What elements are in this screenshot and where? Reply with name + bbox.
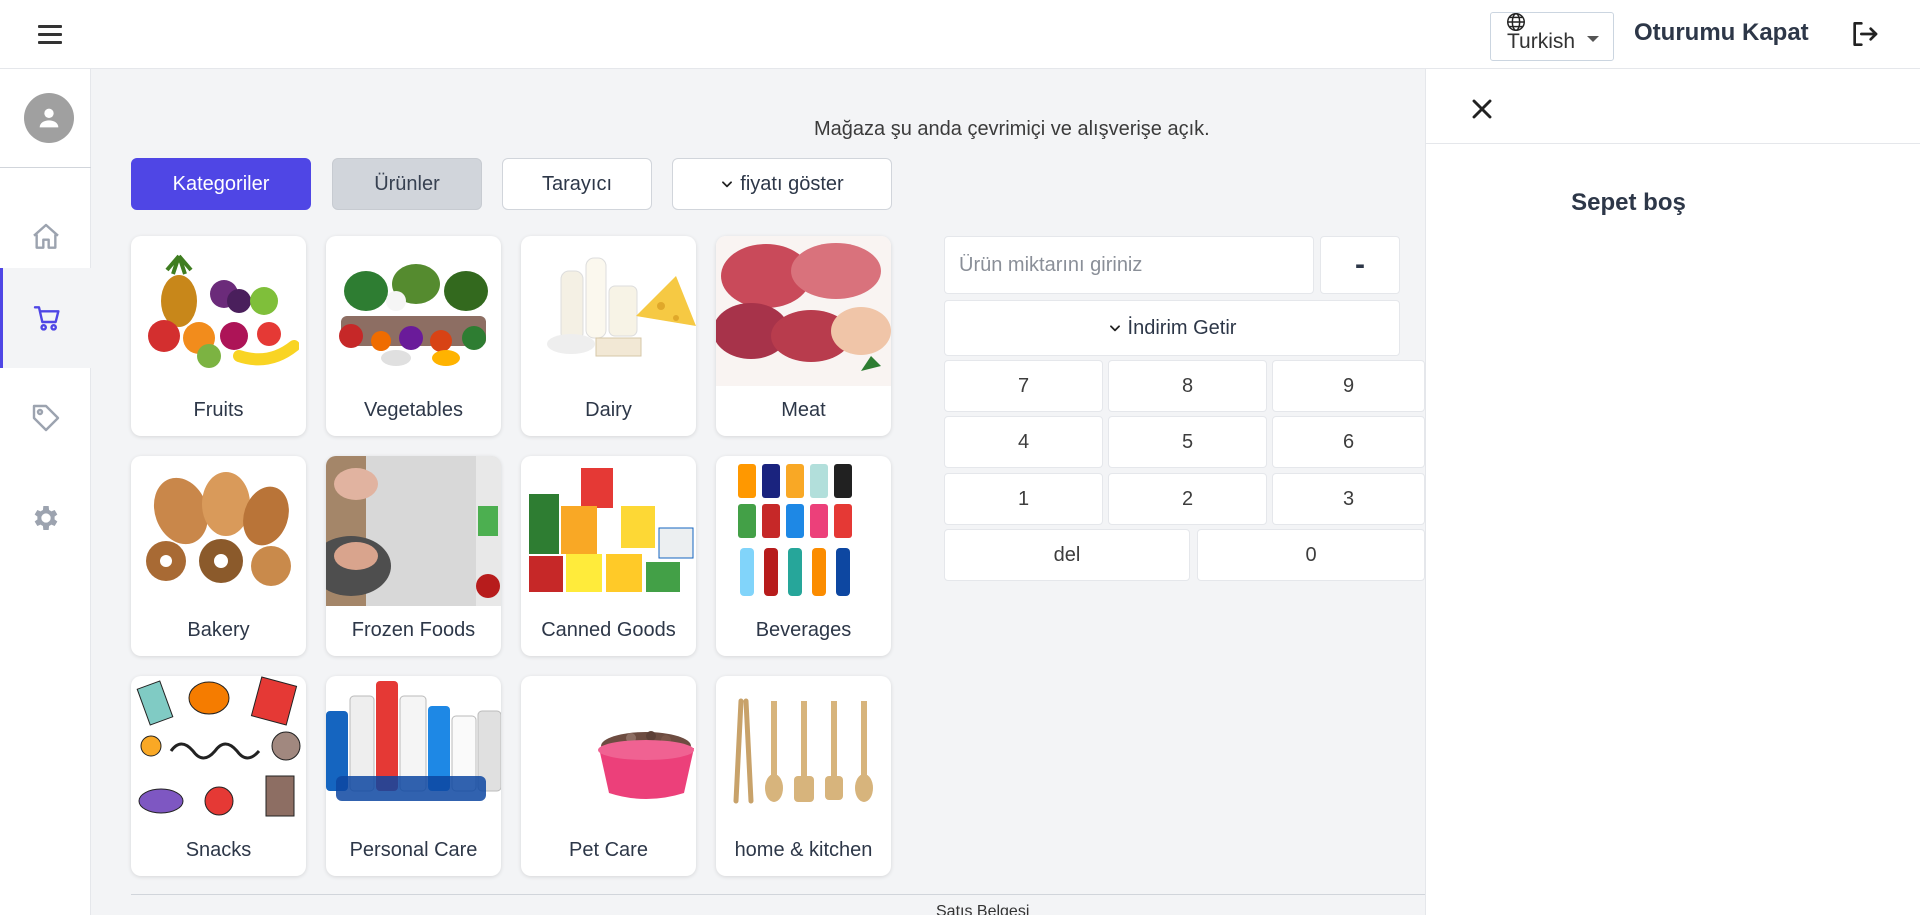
key-2[interactable]: 2	[1108, 473, 1267, 525]
vegetables-image	[326, 236, 501, 386]
category-card-meat[interactable]: Meat	[716, 236, 891, 436]
key-5[interactable]: 5	[1108, 416, 1267, 468]
show-price-toggle[interactable]: fiyatı göster	[672, 158, 892, 210]
user-icon	[39, 108, 59, 128]
snacks-image	[131, 676, 306, 826]
dairy-image	[521, 236, 696, 386]
beverages-image	[716, 456, 891, 606]
key-7[interactable]: 7	[944, 360, 1103, 412]
sidebar-item-cart[interactable]	[0, 268, 91, 368]
language-select[interactable]: Turkish	[1490, 12, 1614, 61]
chevron-down-icon	[722, 181, 733, 188]
category-card-bakery[interactable]: Bakery	[131, 456, 306, 656]
category-label: Meat	[781, 399, 826, 421]
key-6[interactable]: 6	[1272, 416, 1425, 468]
category-label: Fruits	[193, 399, 244, 421]
show-price-label: fiyatı göster	[740, 172, 844, 195]
store-status-text: Mağaza şu anda çevrimiçi ve alışverişe a…	[814, 118, 1210, 140]
category-label: Dairy	[585, 399, 632, 421]
apply-discount-button[interactable]: İndirim Getir	[944, 300, 1400, 356]
quantity-input[interactable]	[944, 236, 1314, 294]
close-icon[interactable]	[1466, 93, 1498, 125]
top-bar: Turkish Oturumu Kapat	[0, 0, 1920, 69]
canned-goods-image	[521, 456, 696, 606]
tab-products[interactable]: Ürünler	[332, 158, 482, 210]
frozen-foods-image	[326, 456, 501, 606]
category-label: Snacks	[185, 839, 252, 861]
category-card-dairy[interactable]: Dairy	[521, 236, 696, 436]
hamburger-menu-icon[interactable]	[38, 20, 68, 48]
home-kitchen-image	[716, 676, 891, 826]
category-card-home-kitchen[interactable]: home & kitchen	[716, 676, 891, 876]
category-label: Canned Goods	[541, 619, 676, 641]
tab-scanner[interactable]: Tarayıcı	[502, 158, 652, 210]
key-3[interactable]: 3	[1272, 473, 1425, 525]
key-0[interactable]: 0	[1197, 529, 1425, 581]
caret-down-icon	[1587, 36, 1599, 42]
meat-image	[716, 236, 891, 386]
left-sidebar	[0, 69, 91, 915]
tab-categories[interactable]: Kategoriler	[131, 158, 311, 210]
key-8[interactable]: 8	[1108, 360, 1267, 412]
category-grid: Fruits Vegetables Dairy Meat Bakery Froz…	[131, 236, 891, 876]
category-card-fruits[interactable]: Fruits	[131, 236, 306, 436]
key-1[interactable]: 1	[944, 473, 1103, 525]
personal-care-image	[326, 676, 501, 826]
category-card-vegetables[interactable]: Vegetables	[326, 236, 501, 436]
logout-icon[interactable]	[1848, 18, 1880, 50]
discount-label: İndirim Getir	[1127, 316, 1237, 339]
category-card-frozen-foods[interactable]: Frozen Foods	[326, 456, 501, 656]
key-delete[interactable]: del	[944, 529, 1190, 581]
category-card-pet-care[interactable]: Pet Care	[521, 676, 696, 876]
category-label: Vegetables	[364, 399, 463, 421]
pet-care-image	[521, 676, 696, 826]
divider	[131, 894, 1425, 895]
chevron-down-icon	[1109, 325, 1120, 332]
tag-icon	[32, 404, 59, 432]
fruits-image	[131, 236, 306, 386]
category-label: home & kitchen	[734, 839, 873, 861]
category-card-canned-goods[interactable]: Canned Goods	[521, 456, 696, 656]
receipt-label[interactable]: Satış Belgesi	[936, 903, 1029, 915]
key-4[interactable]: 4	[944, 416, 1103, 468]
category-label: Beverages	[755, 619, 852, 641]
category-label: Bakery	[187, 619, 250, 641]
gear-icon	[34, 506, 57, 530]
category-label: Frozen Foods	[351, 619, 476, 641]
cart-drawer: Sepet boş	[1425, 69, 1920, 915]
sidebar-divider	[0, 167, 91, 168]
cart-divider	[1426, 143, 1920, 144]
cart-icon	[33, 306, 60, 331]
sidebar-item-tags[interactable]	[0, 368, 91, 468]
avatar[interactable]	[24, 93, 74, 143]
category-card-personal-care[interactable]: Personal Care	[326, 676, 501, 876]
home-icon	[32, 223, 59, 249]
language-label: Turkish	[1507, 30, 1576, 53]
bakery-image	[131, 456, 306, 606]
logout-button[interactable]: Oturumu Kapat	[1634, 19, 1809, 47]
sidebar-item-settings[interactable]	[0, 468, 91, 568]
key-9[interactable]: 9	[1272, 360, 1425, 412]
minus-button[interactable]: -	[1320, 236, 1400, 294]
category-card-snacks[interactable]: Snacks	[131, 676, 306, 876]
cart-empty-message: Sepet boş	[1571, 189, 1686, 216]
category-label: Personal Care	[349, 839, 478, 861]
category-label: Pet Care	[569, 839, 648, 861]
category-card-beverages[interactable]: Beverages	[716, 456, 891, 656]
